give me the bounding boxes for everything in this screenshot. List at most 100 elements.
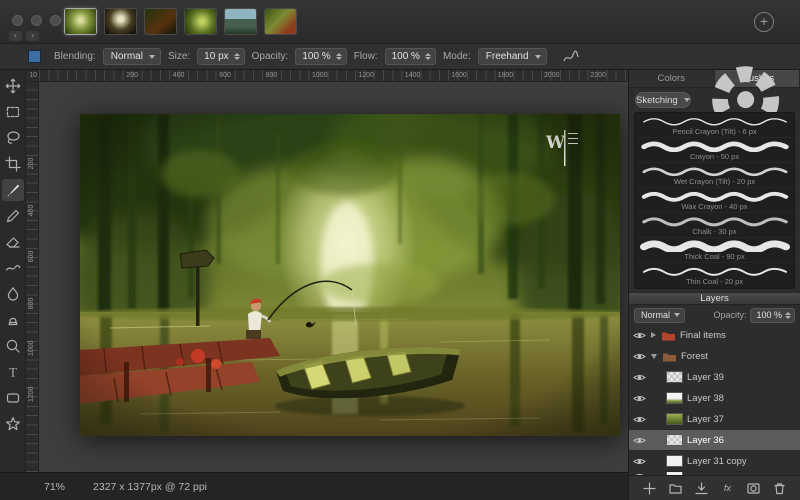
brush-item-thin-coal[interactable]: Thin Coal - 20 px	[635, 263, 794, 288]
blending-select[interactable]: Normal	[103, 48, 161, 65]
opacity-stepper[interactable]: 100 %	[295, 48, 346, 65]
vertical-ruler[interactable]: 20040060080010001200	[26, 82, 39, 472]
new-document-button[interactable]: +	[754, 12, 774, 32]
brush-item-chalk[interactable]: Chalk - 30 px	[635, 213, 794, 238]
text-tool[interactable]: T	[2, 361, 24, 383]
stepper-arrows-icon[interactable]	[425, 53, 431, 60]
app-window: ‹ › + Blending: Normal Size: 10 px Opaci…	[0, 0, 800, 500]
canvas-area[interactable]: W	[39, 82, 628, 472]
layer-row-39[interactable]: Layer 39	[629, 367, 800, 388]
horizontal-ruler[interactable]: 2004006008001000120014001600180020002200	[39, 70, 628, 82]
eraser-tool[interactable]	[2, 231, 24, 253]
document-thumbnail	[265, 9, 296, 34]
brush-item-wet-crayon[interactable]: Wet Crayon (Tilt) - 20 px	[635, 163, 794, 188]
layer-name: Layer 36	[687, 435, 724, 446]
brush-item-wax-crayon[interactable]: Wax Crayon - 40 px	[635, 188, 794, 213]
document-tab-strip	[64, 8, 297, 35]
layer-thumbnail	[666, 371, 683, 383]
smudge-tool[interactable]	[2, 257, 24, 279]
layer-row-36-selected[interactable]: Layer 36	[629, 430, 800, 451]
titlebar: ‹ › +	[0, 0, 800, 44]
color-swatch[interactable]	[28, 50, 41, 63]
move-tool[interactable]	[2, 75, 24, 97]
visibility-eye-icon[interactable]	[633, 415, 647, 424]
ruler-corner: 10	[26, 70, 39, 82]
layer-name: Layer 38	[687, 393, 724, 404]
star-tool[interactable]	[2, 413, 24, 435]
layer-row-31-copy[interactable]: Layer 31 copy	[629, 451, 800, 472]
visibility-eye-icon[interactable]	[633, 331, 647, 340]
painting-document[interactable]: W	[80, 114, 620, 436]
group-folder-icon	[661, 330, 676, 341]
flow-label: Flow:	[354, 51, 378, 62]
svg-text:T: T	[9, 365, 17, 380]
brush-label: Pencil Crayon (Tilt) - 6 px	[672, 127, 756, 136]
disclosure-expanded-icon[interactable]	[651, 354, 657, 359]
mode-label: Mode:	[443, 51, 471, 62]
lasso-tool[interactable]	[2, 127, 24, 149]
close-button[interactable]	[12, 15, 23, 26]
visibility-eye-icon[interactable]	[633, 457, 647, 466]
zoom-button[interactable]	[50, 15, 61, 26]
document-tab-6[interactable]	[264, 8, 297, 35]
zoom-level[interactable]: 71%	[44, 481, 65, 493]
stabilizer-icon[interactable]	[562, 49, 580, 65]
brush-item-pencil-crayon[interactable]: Pencil Crayon (Tilt) - 6 px	[635, 113, 794, 138]
marquee-tool[interactable]	[2, 101, 24, 123]
mode-select[interactable]: Freehand	[478, 48, 547, 65]
size-label: Size:	[168, 51, 190, 62]
opacity-label: Opacity:	[252, 51, 289, 62]
brush-item-thick-coal[interactable]: Thick Coal - 90 px	[635, 238, 794, 263]
stepper-arrows-icon[interactable]	[234, 53, 240, 60]
brush-category-row: Sketching	[629, 88, 800, 112]
delete-layer-button[interactable]	[770, 479, 788, 497]
add-layer-button[interactable]	[641, 479, 659, 497]
brush-item-crayon[interactable]: Crayon - 50 px	[635, 138, 794, 163]
shape-tool[interactable]	[2, 387, 24, 409]
document-thumbnail	[225, 9, 256, 34]
zoom-tool[interactable]	[2, 335, 24, 357]
layers-panel-header: Layers	[629, 292, 800, 305]
layer-blend-select[interactable]: Normal	[634, 308, 685, 323]
context-toolbar: Blending: Normal Size: 10 px Opacity: 10…	[0, 44, 800, 70]
document-tab-2[interactable]	[104, 8, 137, 35]
import-button[interactable]	[693, 479, 711, 497]
document-tab-1[interactable]	[64, 8, 97, 35]
stepper-arrows-icon[interactable]	[336, 53, 342, 60]
document-tab-4[interactable]	[184, 8, 217, 35]
visibility-eye-icon[interactable]	[633, 436, 647, 445]
layer-row-37[interactable]: Layer 37	[629, 409, 800, 430]
visibility-eye-icon[interactable]	[633, 394, 647, 403]
visibility-eye-icon[interactable]	[633, 352, 647, 361]
brush-label: Thin Coal - 20 px	[686, 277, 743, 286]
stepper-arrows-icon[interactable]	[785, 312, 791, 319]
layer-name: Layer 31 copy	[687, 456, 747, 467]
visibility-eye-icon[interactable]	[633, 373, 647, 382]
clone-stamp-tool[interactable]	[2, 309, 24, 331]
layer-opacity-stepper[interactable]: 100 %	[750, 308, 795, 323]
pencil-tool[interactable]	[2, 205, 24, 227]
blur-tool[interactable]	[2, 283, 24, 305]
tab-scroll-right-icon[interactable]: ›	[26, 31, 39, 41]
size-stepper[interactable]: 10 px	[197, 48, 244, 65]
brush-label: Thick Coal - 90 px	[684, 252, 744, 261]
minimize-button[interactable]	[31, 15, 42, 26]
layer-row-38[interactable]: Layer 38	[629, 388, 800, 409]
effects-fx-button[interactable]: fx	[718, 479, 736, 497]
document-tab-5[interactable]	[224, 8, 257, 35]
document-thumbnail	[65, 9, 96, 34]
add-group-button[interactable]	[667, 479, 685, 497]
mask-button[interactable]	[744, 479, 762, 497]
layer-thumbnail	[666, 434, 683, 446]
layer-row-forest[interactable]: Forest	[629, 346, 800, 367]
tab-scroll-controls: ‹ ›	[9, 31, 39, 41]
brush-category-select[interactable]: Sketching	[635, 92, 691, 108]
document-tab-3[interactable]	[144, 8, 177, 35]
layer-row-final-items[interactable]: Final items	[629, 325, 800, 346]
brush-tool[interactable]	[2, 179, 24, 201]
disclosure-collapsed-icon[interactable]	[651, 332, 656, 338]
flow-stepper[interactable]: 100 %	[385, 48, 436, 65]
layers-blend-row: Normal Opacity: 100 %	[629, 305, 800, 325]
tab-scroll-left-icon[interactable]: ‹	[9, 31, 22, 41]
crop-tool[interactable]	[2, 153, 24, 175]
